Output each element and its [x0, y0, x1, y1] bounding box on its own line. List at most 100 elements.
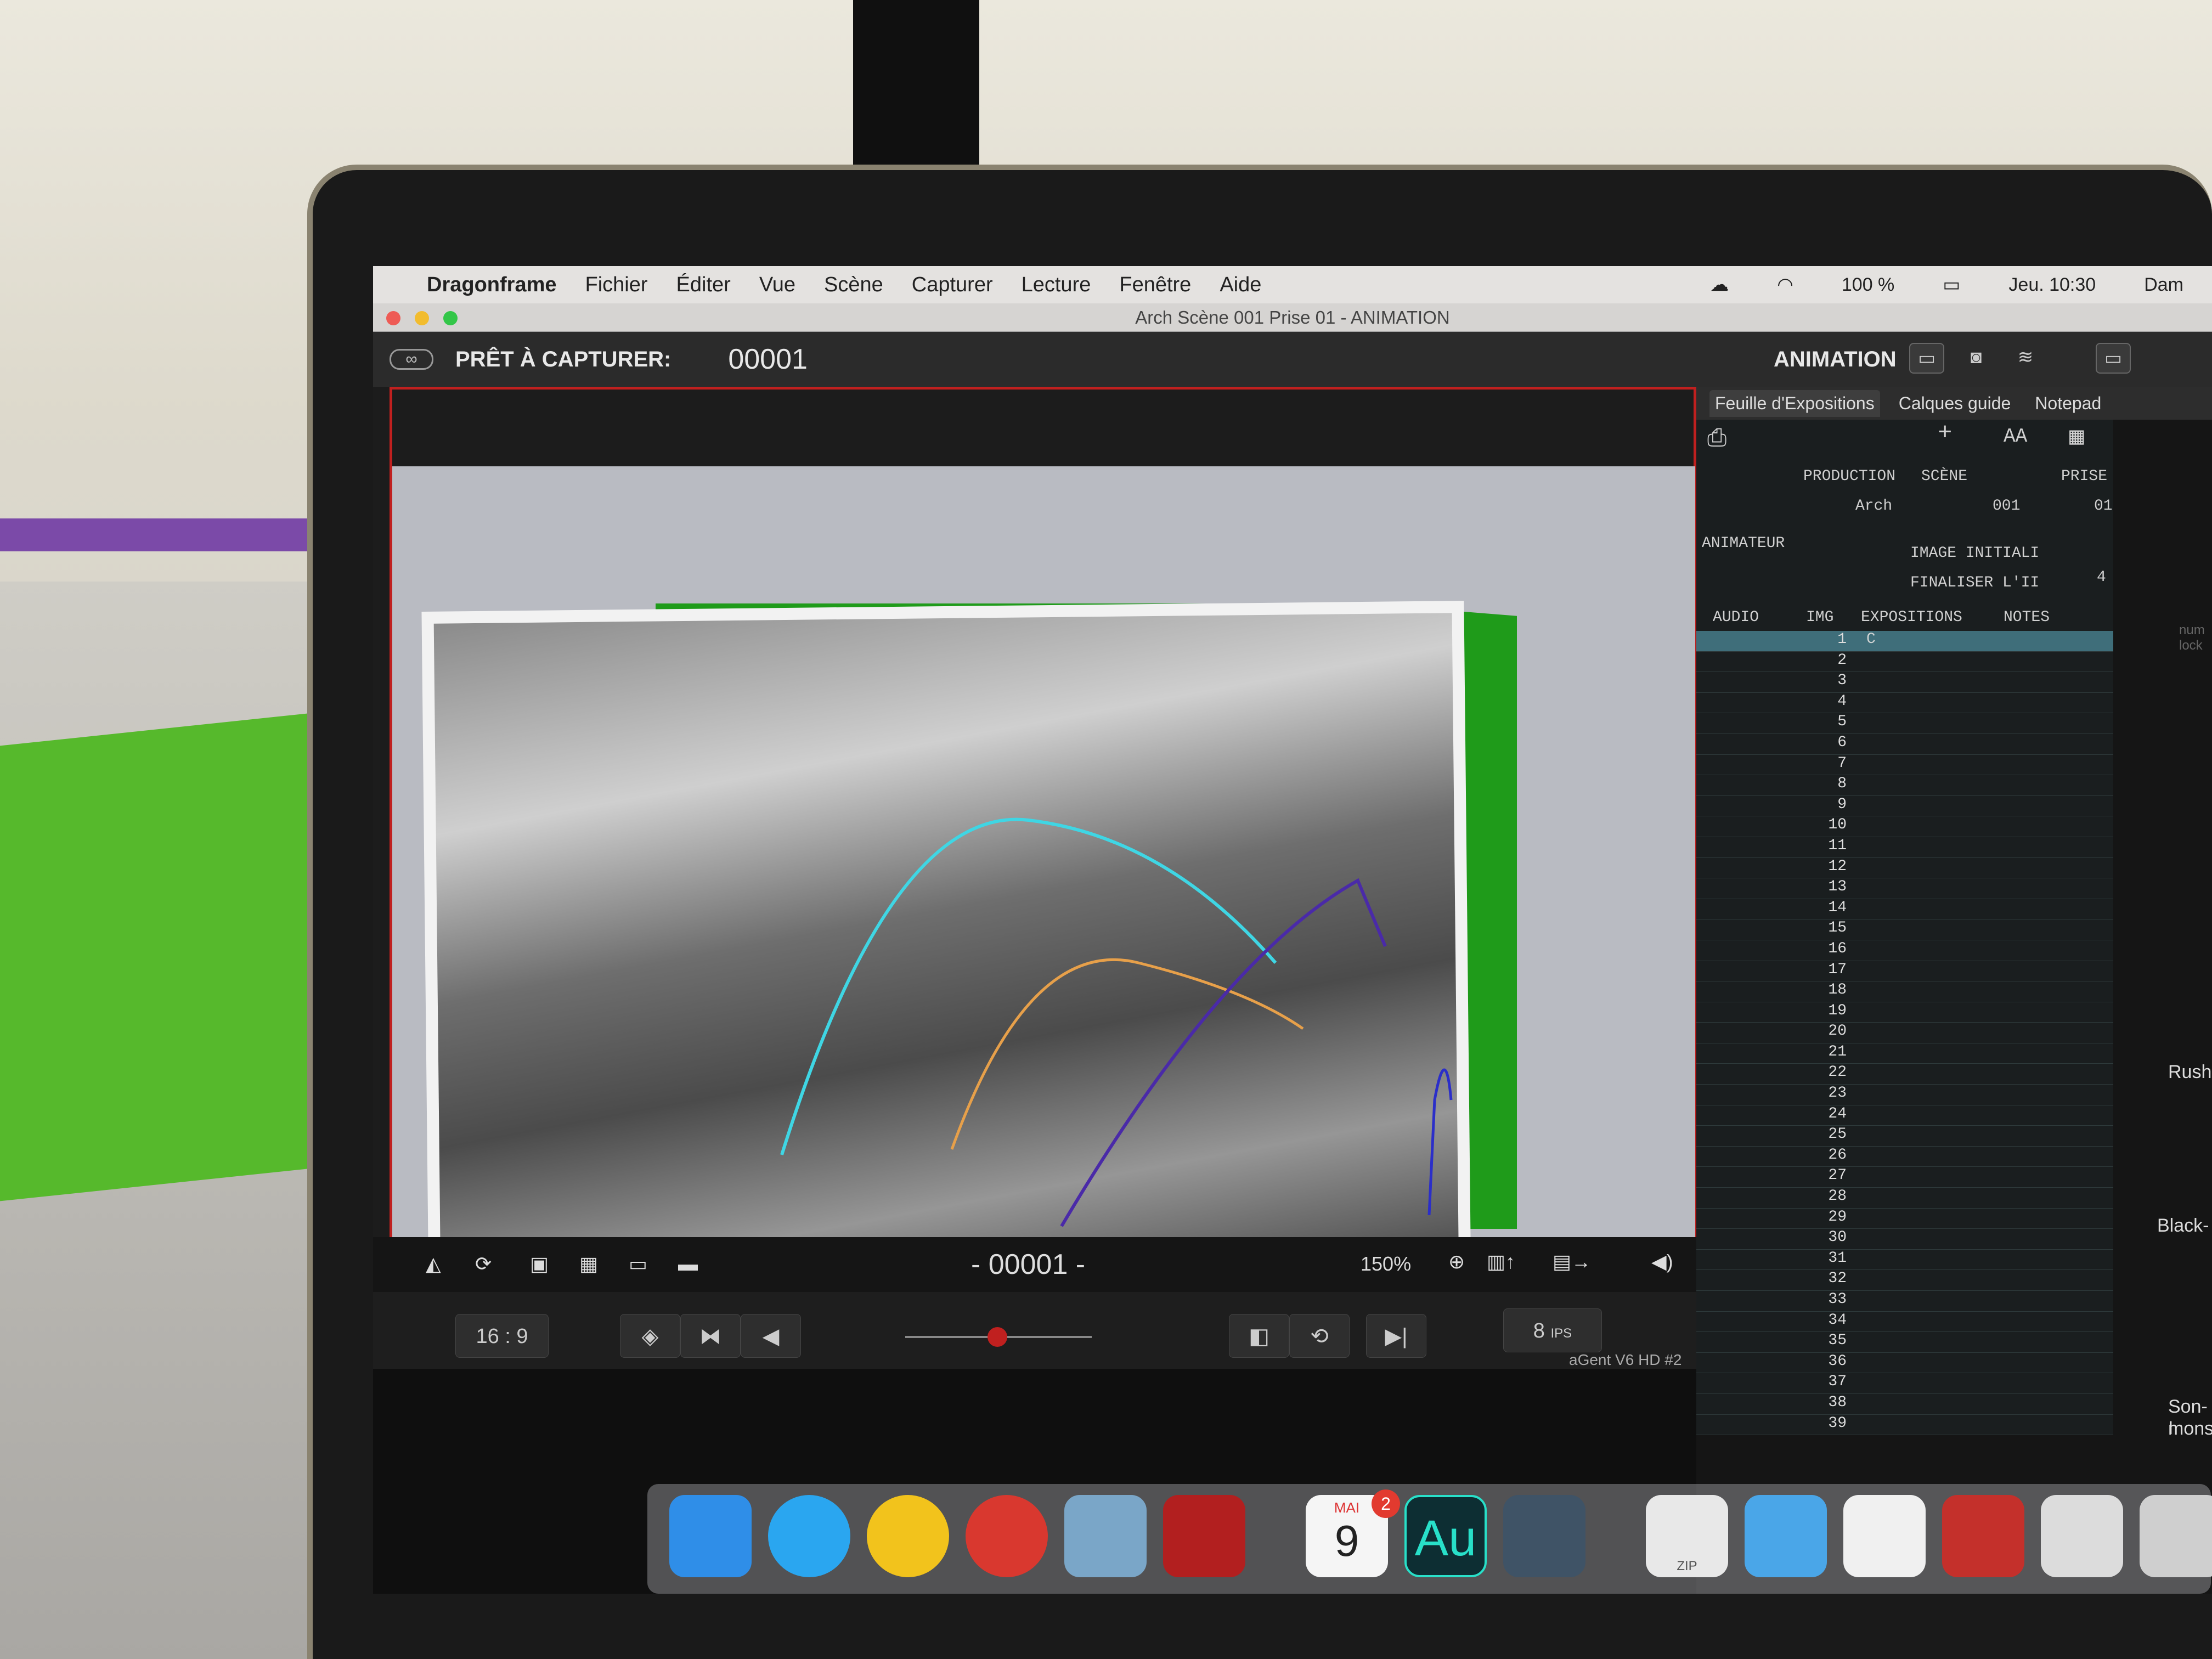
- battery-icon[interactable]: ▭: [1943, 274, 1960, 296]
- exposure-row[interactable]: 23: [1696, 1085, 2113, 1105]
- camera-icon[interactable]: ◙: [1959, 343, 1994, 374]
- exposure-row[interactable]: 30: [1696, 1229, 2113, 1250]
- blue-motion-path[interactable]: [1427, 1068, 1453, 1216]
- battery-percent[interactable]: 100 %: [1842, 274, 1894, 296]
- exposure-row[interactable]: 22: [1696, 1064, 2113, 1085]
- exposure-row[interactable]: 37: [1696, 1373, 2113, 1394]
- table-view-icon[interactable]: ▦: [2069, 422, 2084, 452]
- exposure-row[interactable]: 8: [1696, 775, 2113, 796]
- exposure-row[interactable]: 19: [1696, 1002, 2113, 1023]
- screenshot-document-icon[interactable]: [2041, 1495, 2123, 1577]
- exposure-row[interactable]: 29: [1696, 1209, 2113, 1229]
- exposure-row[interactable]: 14: [1696, 899, 2113, 920]
- menu-capturer[interactable]: Capturer: [912, 273, 993, 297]
- menu-app-name[interactable]: Dragonframe: [427, 273, 557, 297]
- purple-motion-path[interactable]: [1060, 878, 1387, 1227]
- monitor-icon[interactable]: ▭: [1909, 343, 1944, 374]
- cloud-icon[interactable]: ☁: [1710, 274, 1729, 296]
- exposure-row[interactable]: 9: [1696, 796, 2113, 817]
- step-back-icon[interactable]: ◀: [741, 1314, 801, 1358]
- exposure-row[interactable]: 13: [1696, 878, 2113, 899]
- fps-button[interactable]: 8 IPS: [1503, 1308, 1602, 1352]
- exposure-row[interactable]: 3: [1696, 672, 2113, 693]
- exposure-row[interactable]: 4: [1696, 693, 2113, 714]
- font-size-button[interactable]: AA: [2004, 425, 2027, 448]
- frame-mask-icon[interactable]: ▭: [629, 1252, 647, 1276]
- grid-icon[interactable]: ▦: [579, 1252, 598, 1276]
- speaker-icon[interactable]: ◀): [1651, 1250, 1673, 1273]
- sequence-icon[interactable]: ▭: [2096, 343, 2131, 374]
- menu-fenetre[interactable]: Fenêtre: [1119, 273, 1191, 297]
- exposure-row[interactable]: 15: [1696, 919, 2113, 940]
- menu-aide[interactable]: Aide: [1220, 273, 1261, 297]
- zoom-window-button[interactable]: [443, 311, 458, 325]
- add-row-icon[interactable]: +: [1938, 420, 1952, 447]
- audition-icon[interactable]: Au: [1404, 1495, 1487, 1577]
- preview-icon[interactable]: [1064, 1495, 1147, 1577]
- tab-exposure-sheet[interactable]: Feuille d'Expositions: [1709, 390, 1880, 417]
- refresh-icon[interactable]: ⟳: [475, 1252, 492, 1276]
- exposure-row[interactable]: 11: [1696, 837, 2113, 858]
- minimize-window-button[interactable]: [415, 311, 429, 325]
- menu-vue[interactable]: Vue: [759, 273, 795, 297]
- menu-scene[interactable]: Scène: [824, 273, 883, 297]
- production-value[interactable]: Arch: [1855, 498, 1892, 515]
- exposure-row[interactable]: 39: [1696, 1415, 2113, 1436]
- zoom-level[interactable]: 150%: [1361, 1252, 1411, 1276]
- loop-infinity-icon[interactable]: ∞: [390, 349, 433, 370]
- onion-skin-icon[interactable]: ◭: [426, 1252, 441, 1276]
- exposure-row[interactable]: 12: [1696, 858, 2113, 879]
- cyberduck-icon[interactable]: [867, 1495, 949, 1577]
- exposure-row[interactable]: 18: [1696, 981, 2113, 1002]
- print-icon[interactable]: ⎙: [1707, 425, 1726, 453]
- exposure-row[interactable]: 31: [1696, 1250, 2113, 1271]
- prise-value[interactable]: 01: [2094, 498, 2113, 515]
- exposure-row[interactable]: 1C: [1696, 631, 2113, 652]
- split-view-icon[interactable]: ◧: [1229, 1314, 1289, 1358]
- audio-wave-icon[interactable]: ≋: [2008, 343, 2043, 374]
- exposure-value[interactable]: C: [1866, 631, 1876, 648]
- menu-fichier[interactable]: Fichier: [585, 273, 648, 297]
- bowtie-icon[interactable]: ⧓: [680, 1314, 741, 1358]
- exposure-row[interactable]: 6: [1696, 734, 2113, 755]
- loop-icon[interactable]: ⟲: [1289, 1314, 1350, 1358]
- user-folder-icon[interactable]: [1745, 1495, 1827, 1577]
- user-name[interactable]: Dam: [2144, 274, 2183, 296]
- playback-slider-handle[interactable]: [988, 1327, 1007, 1347]
- trash-icon[interactable]: [2140, 1495, 2212, 1577]
- exposure-row[interactable]: 27: [1696, 1167, 2113, 1188]
- spreadsheet-document-icon[interactable]: [1843, 1495, 1926, 1577]
- exposure-row[interactable]: 5: [1696, 713, 2113, 734]
- exposure-row[interactable]: 24: [1696, 1105, 2113, 1126]
- go-to-live-icon[interactable]: ▶|: [1366, 1314, 1426, 1358]
- exposure-row[interactable]: 32: [1696, 1270, 2113, 1291]
- exposure-row[interactable]: 16: [1696, 940, 2113, 961]
- exposure-row[interactable]: 33: [1696, 1291, 2113, 1312]
- wifi-icon[interactable]: ◠: [1777, 274, 1793, 296]
- chrome-icon[interactable]: [966, 1495, 1048, 1577]
- cyan-motion-path[interactable]: [780, 817, 1277, 1155]
- clock[interactable]: Jeu. 10:30: [2008, 274, 2096, 296]
- crosshair-icon[interactable]: ⊕: [1448, 1250, 1465, 1273]
- exposure-row[interactable]: 2: [1696, 652, 2113, 673]
- exposure-row[interactable]: 25: [1696, 1126, 2113, 1147]
- acrobat-icon[interactable]: [1163, 1495, 1245, 1577]
- exposure-row[interactable]: 35: [1696, 1332, 2113, 1353]
- exposure-row[interactable]: 21: [1696, 1043, 2113, 1064]
- pdf-document-icon[interactable]: [1942, 1495, 2024, 1577]
- exposure-row[interactable]: 20: [1696, 1023, 2113, 1043]
- keyframe-icon[interactable]: ◈: [620, 1314, 680, 1358]
- scene-value[interactable]: 001: [1993, 498, 2020, 515]
- exposure-row[interactable]: 7: [1696, 755, 2113, 776]
- zip-archive-icon[interactable]: ZIP: [1646, 1495, 1728, 1577]
- menu-lecture[interactable]: Lecture: [1022, 273, 1091, 297]
- exposure-row[interactable]: 28: [1696, 1188, 2113, 1209]
- close-window-button[interactable]: [386, 311, 400, 325]
- letterbox-icon[interactable]: ▬: [678, 1252, 698, 1276]
- finder-icon[interactable]: [669, 1495, 752, 1577]
- exposure-row[interactable]: 36: [1696, 1353, 2113, 1374]
- safe-area-icon[interactable]: ▣: [530, 1252, 549, 1276]
- menu-editer[interactable]: Éditer: [676, 273, 731, 297]
- exposure-row[interactable]: 10: [1696, 816, 2113, 837]
- exposure-row[interactable]: 34: [1696, 1312, 2113, 1333]
